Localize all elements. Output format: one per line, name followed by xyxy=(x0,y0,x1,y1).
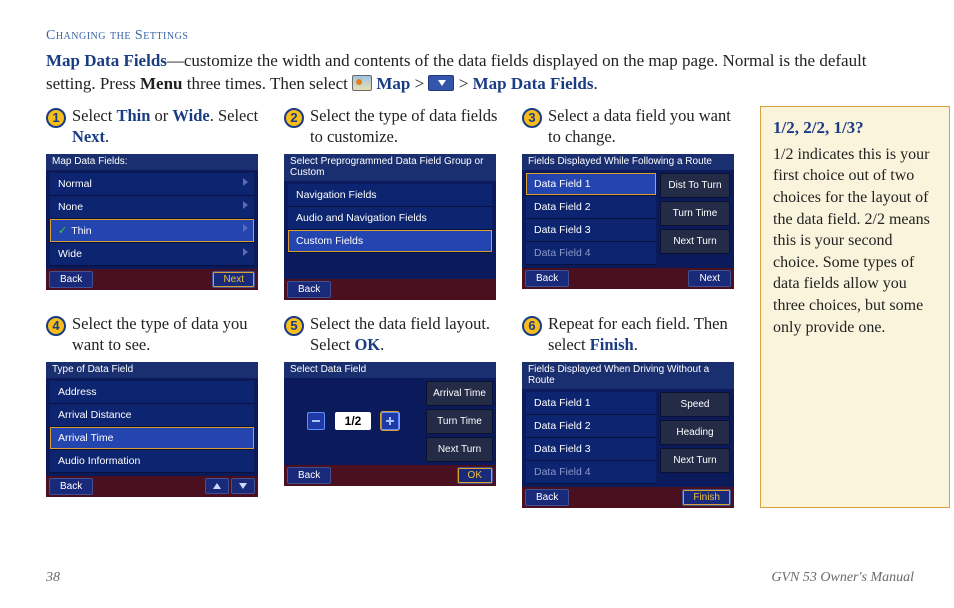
side-button[interactable]: Arrival Time xyxy=(426,381,493,406)
step-2-text: Select the type of data fields to custom… xyxy=(310,106,506,147)
device-2-title: Select Preprogrammed Data Field Group or… xyxy=(284,154,496,181)
step-number-2: 2 xyxy=(284,108,304,128)
chapter-heading: Changing the Settings xyxy=(46,28,914,44)
intro-dot: . xyxy=(593,74,597,93)
manual-title: GVN 53 Owner's Manual xyxy=(771,570,914,586)
list-item-selected[interactable]: Data Field 1 xyxy=(526,173,656,196)
sidebar-body: 1/2 indicates this is your first choice … xyxy=(773,144,937,338)
step-5: 5 Select the data field layout. Select O… xyxy=(284,314,506,508)
intro-paragraph: Map Data Fields—customize the width and … xyxy=(46,50,914,96)
list-item[interactable]: Data Field 2 xyxy=(526,196,656,219)
list-item[interactable]: Data Field 3 xyxy=(526,219,656,242)
device-6-title: Fields Displayed When Driving Without a … xyxy=(522,362,734,389)
device-screen-2: Select Preprogrammed Data Field Group or… xyxy=(284,154,496,300)
page-number: 38 xyxy=(46,570,60,586)
side-button[interactable]: Dist To Turn xyxy=(660,173,730,198)
step-6-text: Repeat for each field. Then select Finis… xyxy=(548,314,744,355)
list-item[interactable]: None xyxy=(50,196,254,219)
side-button[interactable]: Next Turn xyxy=(426,437,493,462)
next-button[interactable]: Next xyxy=(688,270,731,287)
device-4-title: Type of Data Field xyxy=(46,362,258,378)
check-icon: ✓ xyxy=(58,225,67,237)
up-button[interactable] xyxy=(205,478,229,494)
list-item-selected[interactable]: ✓Thin xyxy=(50,219,254,243)
intro-gt-2: > xyxy=(454,74,472,93)
step-4: 4 Select the type of data you want to se… xyxy=(46,314,268,508)
device-screen-1: Map Data Fields: Normal None ✓Thin Wide … xyxy=(46,154,258,290)
back-button[interactable]: Back xyxy=(49,478,93,495)
list-item[interactable]: Address xyxy=(50,381,254,404)
dropdown-icon xyxy=(428,75,454,91)
step-1-text: Select Thin or Wide. Select Next. xyxy=(72,106,268,147)
step-number-4: 4 xyxy=(46,316,66,336)
layout-counter: 1/2 xyxy=(335,412,372,430)
list-item[interactable]: Audio and Navigation Fields xyxy=(288,207,492,230)
list-item-selected[interactable]: Custom Fields xyxy=(288,230,492,253)
back-button[interactable]: Back xyxy=(287,281,331,298)
list-item[interactable]: Data Field 3 xyxy=(526,438,656,461)
list-item[interactable]: Data Field 4 xyxy=(526,242,656,265)
next-button[interactable]: Next xyxy=(212,271,255,288)
list-item[interactable]: Navigation Fields xyxy=(288,184,492,207)
step-3-text: Select a data field you want to change. xyxy=(548,106,744,147)
step-5-text: Select the data field layout. Select OK. xyxy=(310,314,506,355)
sidebar-heading: 1/2, 2/2, 1/3? xyxy=(773,117,937,140)
step-6: 6 Repeat for each field. Then select Fin… xyxy=(522,314,744,508)
intro-menu-bold: Menu xyxy=(140,74,183,93)
side-button[interactable]: Heading xyxy=(660,420,730,445)
list-item-selected[interactable]: Arrival Time xyxy=(50,427,254,450)
intro-title: Map Data Fields xyxy=(46,51,167,70)
back-button[interactable]: Back xyxy=(525,270,569,287)
device-screen-5: Select Data Field 1/2 Arrival Time Turn … xyxy=(284,362,496,486)
list-item[interactable]: Wide xyxy=(50,243,254,266)
list-item[interactable]: Normal xyxy=(50,173,254,196)
back-button[interactable]: Back xyxy=(287,467,331,484)
side-button[interactable]: Next Turn xyxy=(660,229,730,254)
intro-map-bold: Map xyxy=(376,74,410,93)
ok-button[interactable]: OK xyxy=(457,467,493,484)
step-3: 3 Select a data field you want to change… xyxy=(522,106,744,300)
step-2: 2 Select the type of data fields to cust… xyxy=(284,106,506,300)
intro-mdf-bold: Map Data Fields xyxy=(473,74,594,93)
device-3-title: Fields Displayed While Following a Route xyxy=(522,154,734,170)
device-5-title: Select Data Field xyxy=(284,362,496,378)
step-number-6: 6 xyxy=(522,316,542,336)
side-button[interactable]: Next Turn xyxy=(660,448,730,473)
step-number-3: 3 xyxy=(522,108,542,128)
down-button[interactable] xyxy=(231,478,255,494)
device-1-title: Map Data Fields: xyxy=(46,154,258,170)
side-button[interactable]: Turn Time xyxy=(426,409,493,434)
step-4-text: Select the type of data you want to see. xyxy=(72,314,268,355)
back-button[interactable]: Back xyxy=(49,271,93,288)
list-item[interactable]: Data Field 1 xyxy=(526,392,656,415)
device-screen-6: Fields Displayed When Driving Without a … xyxy=(522,362,734,508)
intro-text-2: three times. Then select xyxy=(182,74,352,93)
list-item[interactable]: Data Field 2 xyxy=(526,415,656,438)
device-screen-3: Fields Displayed While Following a Route… xyxy=(522,154,734,289)
side-button[interactable]: Speed xyxy=(660,392,730,417)
intro-gt-1: > xyxy=(410,74,428,93)
sidebar-note: 1/2, 2/2, 1/3? 1/2 indicates this is you… xyxy=(760,106,950,508)
chevron-right-icon xyxy=(243,248,248,256)
list-item[interactable]: Arrival Distance xyxy=(50,404,254,427)
step-number-5: 5 xyxy=(284,316,304,336)
chevron-right-icon xyxy=(243,201,248,209)
back-button[interactable]: Back xyxy=(525,489,569,506)
device-screen-4: Type of Data Field Address Arrival Dista… xyxy=(46,362,258,497)
step-1: 1 Select Thin or Wide. Select Next. Map … xyxy=(46,106,268,300)
map-icon xyxy=(352,75,372,91)
chevron-right-icon xyxy=(243,224,248,232)
plus-button[interactable] xyxy=(381,412,399,430)
list-item[interactable]: Data Field 4 xyxy=(526,461,656,484)
chevron-right-icon xyxy=(243,178,248,186)
side-button[interactable]: Turn Time xyxy=(660,201,730,226)
minus-button[interactable] xyxy=(307,412,325,430)
list-item[interactable]: Audio Information xyxy=(50,450,254,473)
finish-button[interactable]: Finish xyxy=(682,489,731,506)
intro-dash: — xyxy=(167,51,184,70)
step-number-1: 1 xyxy=(46,108,66,128)
